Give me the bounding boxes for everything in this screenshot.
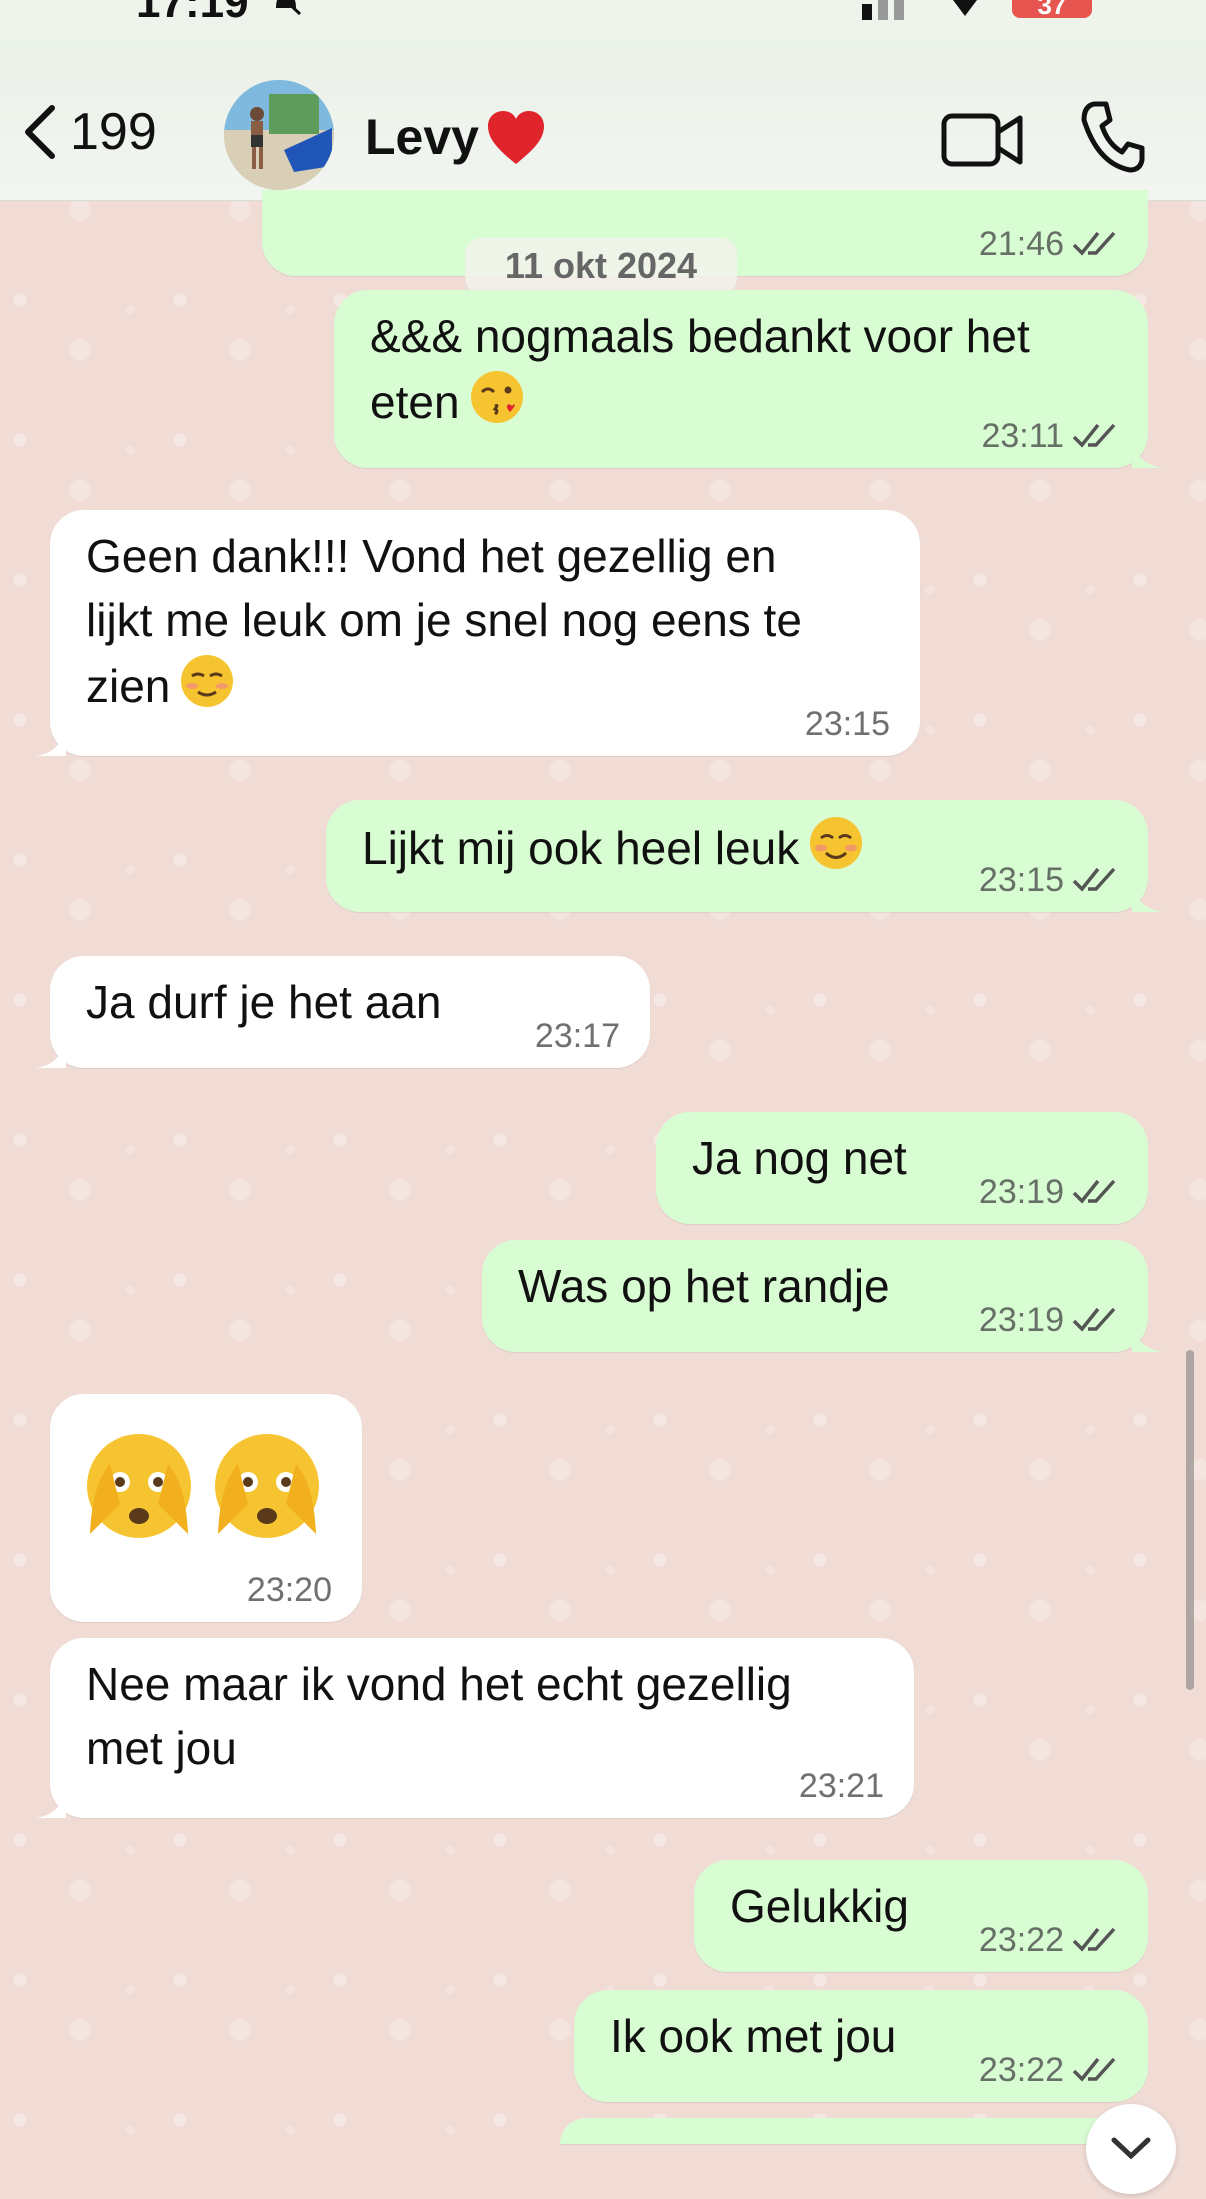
- date-separator: 11 okt 2024: [465, 238, 737, 294]
- message-meta: 23:22: [979, 1920, 1118, 1960]
- chat-header: 199 Levy: [0, 40, 1206, 201]
- smiling-face-icon: [181, 655, 234, 707]
- message-time: 23:15: [804, 705, 890, 743]
- message-text: Ik ook met jou: [610, 2004, 896, 2068]
- message-time: 23:20: [246, 1571, 332, 1609]
- message-bubble-incoming[interactable]: 23:20: [50, 1394, 362, 1622]
- message-bubble-outgoing[interactable]: [560, 2118, 1148, 2144]
- message-bubble-outgoing[interactable]: Gelukkig 23:22: [694, 1860, 1148, 1972]
- kissing-face-icon: [470, 371, 523, 423]
- message-time: 23:22: [978, 2051, 1064, 2089]
- message-meta: 23:15: [805, 704, 890, 744]
- bubble-tail: [1132, 882, 1162, 912]
- status-time: 17:19: [136, 0, 249, 27]
- message-text: Was op het randje: [518, 1254, 890, 1318]
- message-bubble-outgoing[interactable]: Was op het randje 23:19: [482, 1240, 1162, 1352]
- message-meta: 23:11: [981, 416, 1118, 456]
- message-meta: 23:22: [979, 2050, 1118, 2090]
- message-text-content: Was op het randje: [518, 1260, 890, 1312]
- message-text: Nee maar ik vond het echt gezellig met j…: [86, 1652, 792, 1780]
- message-time: 21:46: [978, 225, 1064, 263]
- message-meta: 23:17: [535, 1016, 620, 1056]
- message-bubble-incoming[interactable]: Geen dank!!! Vond het gezellig en lijkt …: [36, 510, 920, 756]
- message-bubble-outgoing[interactable]: Lijkt mij ook heel leuk 23:15: [326, 800, 1162, 912]
- message-time: 23:17: [534, 1017, 620, 1055]
- message-text: &&& nogmaals bedankt voor het eten: [370, 304, 1030, 434]
- scroll-to-bottom-button[interactable]: [1086, 2104, 1176, 2194]
- message-text: Geen dank!!! Vond het gezellig en lijkt …: [86, 524, 802, 718]
- message-bubble-incoming[interactable]: Ja durf je het aan 23:17: [36, 956, 650, 1068]
- message-meta: 21:46: [979, 224, 1118, 264]
- face-with-hands-over-eyes-icon: [215, 1434, 319, 1538]
- video-call-icon[interactable]: [940, 106, 1024, 174]
- status-bar: 17:19 37: [0, 0, 1206, 40]
- message-text: Lijkt mij ook heel leuk: [362, 814, 865, 880]
- battery-level: 37: [1037, 0, 1067, 20]
- message-bubble-incoming[interactable]: Nee maar ik vond het echt gezellig met j…: [36, 1638, 914, 1818]
- bubble-tail: [36, 1788, 66, 1818]
- bubble-tail: [1132, 1322, 1162, 1352]
- phone-call-icon[interactable]: [1080, 100, 1146, 174]
- wifi-icon: [953, 0, 977, 16]
- message-meta: 23:19: [979, 1172, 1118, 1212]
- avatar[interactable]: [224, 80, 334, 190]
- message-time: 23:19: [978, 1301, 1064, 1339]
- message-text: Ja durf je het aan: [86, 970, 441, 1034]
- read-receipt-icon: [1072, 423, 1116, 448]
- back-button[interactable]: 199: [20, 102, 157, 162]
- chevron-down-icon: [1111, 2137, 1151, 2160]
- message-time: 23:15: [978, 861, 1064, 899]
- message-text-content: Lijkt mij ook heel leuk: [362, 822, 800, 874]
- message-meta: 23:21: [799, 1766, 884, 1806]
- message-text: Gelukkig: [730, 1874, 909, 1938]
- read-receipt-icon: [1072, 231, 1116, 256]
- message-text-content: Nee maar ik vond het echt gezellig met j…: [86, 1658, 792, 1774]
- message-text-content: Ja nog net: [692, 1132, 907, 1184]
- message-bubble-outgoing[interactable]: Ik ook met jou 23:22: [574, 1990, 1148, 2102]
- contact-name[interactable]: Levy: [365, 108, 479, 166]
- read-receipt-icon: [1072, 867, 1116, 892]
- message-time: 23:19: [978, 1173, 1064, 1211]
- bubble-tail: [36, 1038, 66, 1068]
- bubble-tail: [36, 726, 66, 756]
- message-meta: 23:15: [979, 860, 1118, 900]
- message-time: 23:11: [981, 417, 1064, 455]
- scrollbar[interactable]: [1186, 1350, 1194, 1690]
- message-meta: 23:19: [979, 1300, 1118, 1340]
- read-receipt-icon: [1072, 1927, 1116, 1952]
- chevron-left-icon: [25, 105, 55, 159]
- message-text: Ja nog net: [692, 1126, 907, 1190]
- read-receipt-icon: [1072, 1179, 1116, 1204]
- avatar-photo: [224, 80, 334, 190]
- message-bubble-outgoing[interactable]: Ja nog net 23:19: [656, 1112, 1148, 1224]
- message-meta: 23:20: [247, 1570, 332, 1610]
- battery-indicator: 37: [1012, 0, 1092, 18]
- red-heart-icon: [488, 111, 544, 164]
- message-bubble-outgoing[interactable]: &&& nogmaals bedankt voor het eten 23:11: [334, 290, 1162, 468]
- message-text-content: Ik ook met jou: [610, 2010, 897, 2062]
- face-with-hands-over-eyes-icon: [87, 1434, 191, 1538]
- bubble-tail: [1132, 438, 1162, 468]
- message-text-content: Gelukkig: [730, 1880, 909, 1932]
- message-time: 23:22: [978, 1921, 1064, 1959]
- silent-mode-icon: [276, 0, 302, 16]
- read-receipt-icon: [1072, 1307, 1116, 1332]
- message-text-content: Ja durf je het aan: [86, 976, 442, 1028]
- blushing-face-icon: [810, 817, 863, 869]
- message-time: 23:21: [798, 1767, 884, 1805]
- read-receipt-icon: [1072, 2057, 1116, 2082]
- signal-icon: [862, 0, 904, 20]
- unread-count: 199: [70, 103, 157, 161]
